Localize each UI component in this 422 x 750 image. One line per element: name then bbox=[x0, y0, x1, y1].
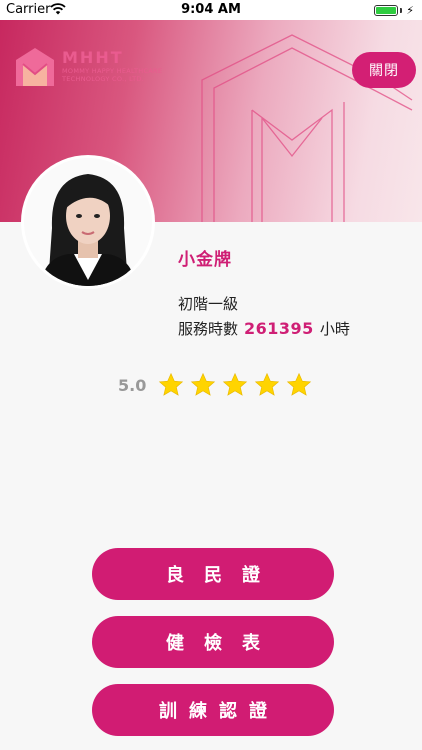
logo-subtitle-1: MOMMY HAPPY HEALTHCARE bbox=[62, 67, 163, 75]
status-bar: Carrier 9:04 AM ⚡ bbox=[0, 0, 422, 20]
service-hours-label: 服務時數 bbox=[178, 320, 239, 338]
avatar bbox=[24, 158, 152, 286]
company-logo: MHHT MOMMY HAPPY HEALTHCARE TECHNOLOGY C… bbox=[14, 46, 162, 88]
star-icon bbox=[223, 372, 248, 396]
mhht-logo-icon bbox=[16, 48, 54, 86]
clock-time: 9:04 AM bbox=[181, 2, 241, 17]
service-hours-value: 261395 bbox=[244, 319, 314, 338]
charging-icon: ⚡ bbox=[406, 3, 414, 17]
logo-title: MHHT bbox=[62, 48, 124, 67]
good-citizen-certificate-button[interactable]: 良民證 bbox=[92, 548, 334, 600]
rating-value: 5.0 bbox=[118, 375, 147, 395]
service-hours: 服務時數 261395 小時 bbox=[178, 318, 350, 339]
profile-photo bbox=[24, 158, 152, 286]
close-button[interactable]: 關閉 bbox=[352, 52, 416, 88]
star-icon bbox=[159, 372, 184, 396]
caregiver-level: 初階一級 bbox=[178, 295, 239, 313]
brand-watermark-icon bbox=[201, 34, 413, 222]
rating: 5.0 bbox=[118, 372, 312, 398]
star-icon bbox=[191, 372, 216, 396]
training-certification-button[interactable]: 訓練認證 bbox=[92, 684, 334, 736]
service-hours-unit: 小時 bbox=[319, 320, 350, 338]
battery-indicator: ⚡ bbox=[374, 3, 414, 17]
logo-subtitle-2: TECHNOLOGY CO., LTD. bbox=[62, 75, 145, 83]
battery-icon bbox=[374, 4, 399, 16]
health-check-form-button[interactable]: 健檢表 bbox=[92, 616, 334, 668]
star-icon bbox=[255, 372, 280, 396]
star-icon bbox=[287, 372, 312, 396]
caregiver-name: 小金牌 bbox=[178, 250, 232, 270]
